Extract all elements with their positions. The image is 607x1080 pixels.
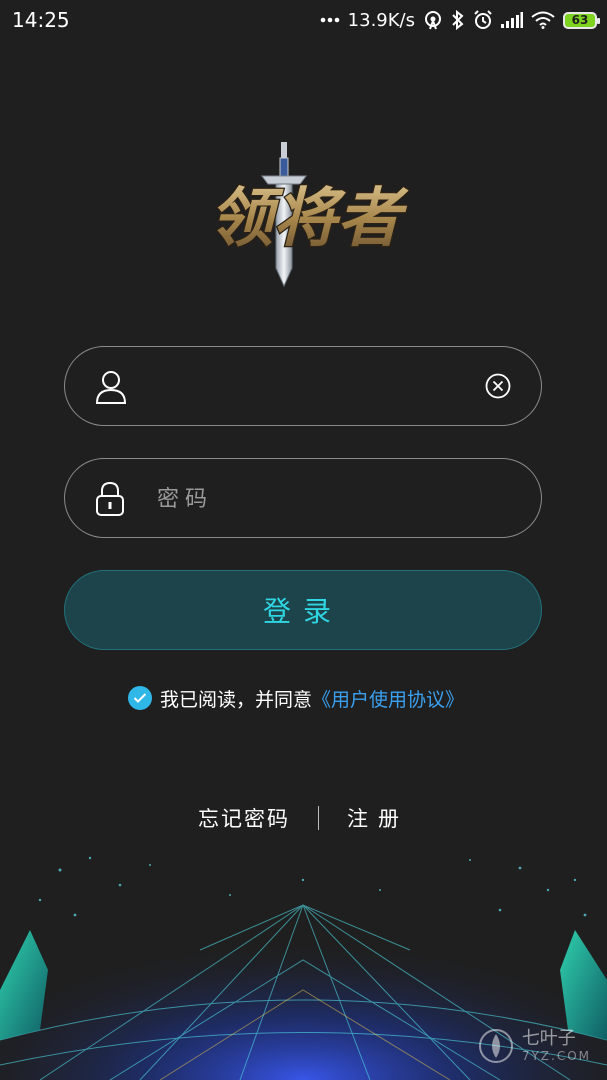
app-logo: 领将者	[208, 142, 410, 288]
user-icon	[95, 369, 127, 409]
link-divider	[318, 806, 319, 830]
username-input[interactable]	[157, 365, 527, 409]
password-input[interactable]	[157, 477, 527, 521]
password-field[interactable]	[64, 458, 542, 538]
alarm-icon	[473, 10, 493, 30]
login-button[interactable]: 登录	[64, 570, 542, 650]
watermark-sub: 7YZ.COM	[521, 1048, 591, 1063]
clear-icon[interactable]	[485, 373, 511, 403]
logo-text: 领将者	[209, 181, 409, 256]
leaf-logo-icon	[478, 1029, 513, 1063]
agreement-row: 我已阅读，并同意 《用户使用协议》	[128, 684, 464, 712]
watermark-text: 七叶子	[521, 1028, 576, 1050]
wifi-icon	[531, 11, 555, 29]
status-icons: 13.9K/s 63	[320, 9, 600, 31]
lock-icon	[95, 481, 125, 521]
sword-pommel	[281, 142, 287, 160]
agreement-text: 我已阅读，并同意	[160, 688, 313, 711]
battery-icon: 63	[563, 11, 600, 29]
signal-icon	[501, 12, 523, 28]
register-link[interactable]: 注册	[347, 803, 409, 833]
bluetooth-icon	[451, 10, 465, 30]
status-time: 14:25	[12, 8, 70, 32]
status-bar: 14:25 13.9K/s 63	[0, 0, 607, 40]
network-speed: 13.9K/s	[347, 9, 415, 31]
hotspot-icon	[423, 10, 443, 30]
username-field[interactable]	[64, 346, 542, 426]
agreement-checkbox[interactable]	[128, 686, 152, 710]
forgot-password-link[interactable]: 忘记密码	[198, 803, 290, 833]
checkmark-icon	[133, 693, 147, 703]
user-agreement-link[interactable]: 《用户使用协议》	[312, 685, 464, 712]
more-dots-icon	[320, 17, 340, 23]
watermark: 七叶子 7YZ.COM	[476, 1026, 591, 1066]
bottom-links: 忘记密码 注册	[0, 800, 607, 836]
